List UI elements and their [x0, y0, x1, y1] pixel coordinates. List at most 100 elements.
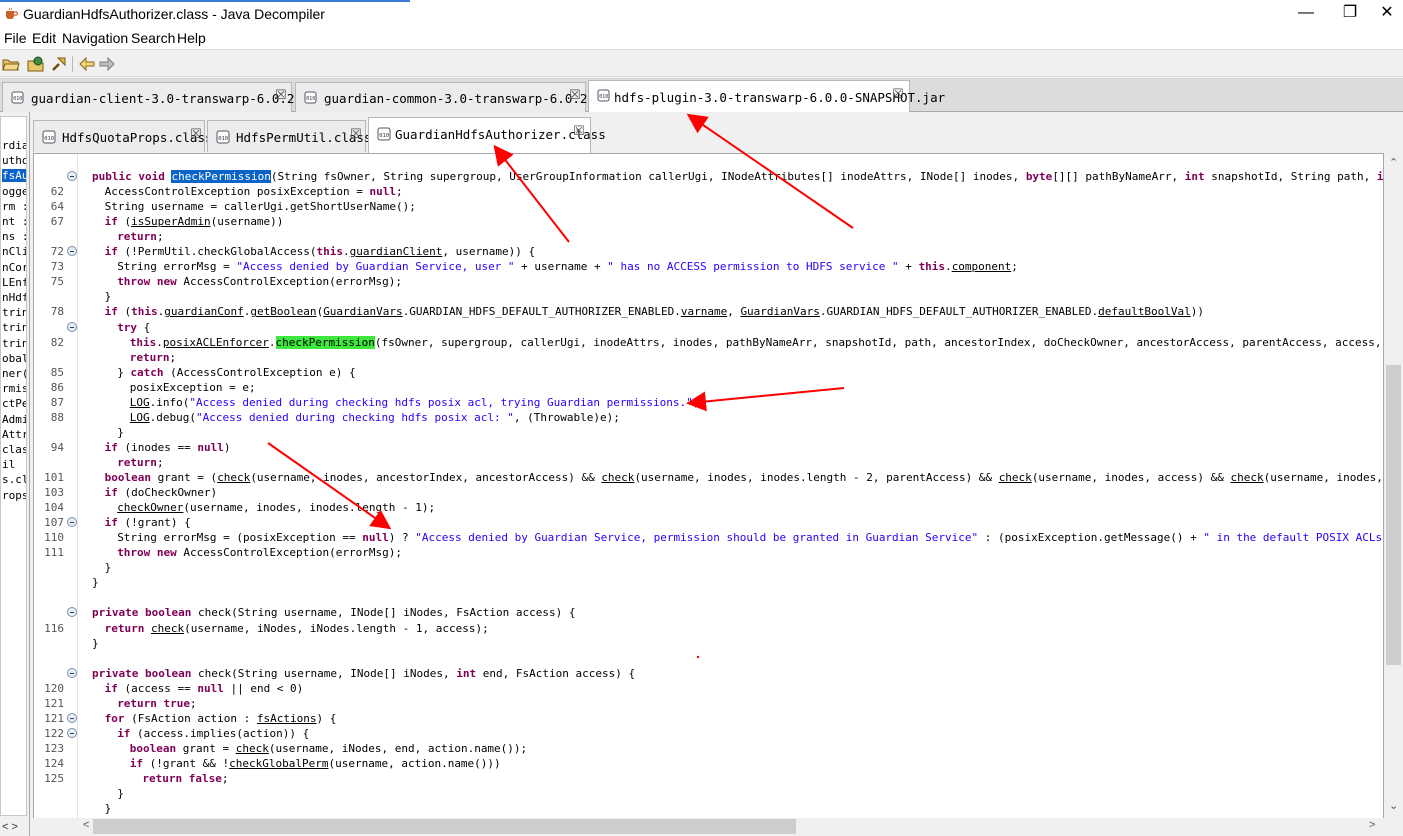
code-token: int [456, 666, 477, 680]
tab-close-icon[interactable]: ☒ [573, 124, 585, 139]
scroll-left-icon[interactable]: < [83, 819, 89, 831]
horizontal-scroll-thumb[interactable] [93, 819, 796, 834]
open-file-icon[interactable] [2, 55, 20, 73]
tab-close-icon[interactable]: ☒ [892, 87, 904, 102]
tree-item[interactable]: s.cl [2, 473, 26, 486]
code-token: guardianConf [164, 305, 244, 319]
code-token: return [129, 350, 170, 364]
tree-item[interactable]: Attr [2, 428, 26, 441]
fold-toggle-icon[interactable] [67, 667, 77, 678]
tree-item[interactable]: rm : [2, 200, 26, 213]
code-token: catch [130, 365, 164, 379]
scroll-up-icon[interactable]: ⌃ [1389, 156, 1398, 169]
tree-item[interactable]: ctPe [2, 397, 26, 410]
tree-item[interactable]: LEnf [2, 276, 26, 289]
code-token: for [104, 711, 125, 725]
maximize-button[interactable]: ❐ [1327, 0, 1373, 28]
tree-item[interactable]: fsAu [2, 169, 26, 183]
code-token: String errorMsg = (posixException == [117, 531, 363, 545]
tree-item[interactable]: il [2, 458, 15, 471]
menu-search[interactable]: Search [131, 30, 175, 46]
code-text: boolean grant = (check(username, inodes,… [105, 470, 1383, 485]
fold-toggle-icon[interactable] [67, 727, 77, 738]
tree-item[interactable]: nt : [2, 215, 26, 228]
code-text: if (!grant) { [105, 515, 191, 530]
line-number: 120 [44, 681, 64, 695]
tree-item[interactable]: rmis [2, 382, 26, 395]
scroll-down-icon[interactable]: ⌄ [1389, 799, 1398, 812]
code-token: AccessControlException(errorMsg); [176, 275, 402, 289]
forward-icon[interactable] [98, 55, 116, 73]
tab-close-icon[interactable]: ☒ [569, 88, 581, 103]
tree-item[interactable]: obal [2, 352, 26, 365]
tree-item[interactable]: trin [2, 306, 26, 319]
tab-close-icon[interactable]: ☒ [275, 88, 287, 103]
tree-item[interactable]: ns : [2, 230, 26, 243]
code-token: ( [117, 305, 132, 319]
vertical-scroll-thumb[interactable] [1386, 365, 1401, 665]
fold-toggle-icon[interactable] [67, 246, 77, 257]
back-icon[interactable] [78, 55, 96, 73]
minimize-button[interactable]: — [1283, 0, 1329, 28]
tab-hdfs-perm-util[interactable]: 010 HdfsPermUtil.class ☒ [207, 120, 371, 152]
scroll-right-icon[interactable]: > [1369, 819, 1375, 831]
code-token: AccessControlException(errorMsg); [176, 546, 402, 560]
tree-item[interactable]: trin [2, 321, 26, 334]
svg-text:010: 010 [599, 94, 608, 100]
source-code-editor[interactable]: public void checkPermission(String fsOwn… [33, 153, 1384, 819]
tab-guardian-hdfs-authorizer[interactable]: 010 GuardianHdfsAuthorizer.class ☒ [368, 117, 606, 153]
menu-help[interactable]: Help [177, 30, 206, 46]
svg-text:010: 010 [44, 136, 54, 142]
code-token: . [343, 245, 350, 259]
vertical-scrollbar[interactable]: ⌃ ⌄ [1384, 153, 1403, 819]
tree-item[interactable]: trin [2, 337, 26, 350]
tree-scroll-arrows[interactable]: < > [2, 821, 18, 833]
line-number: 121 [44, 711, 64, 725]
tree-item[interactable]: rops [2, 489, 26, 502]
code-token: getBoolean [250, 305, 317, 319]
code-token: (doCheckOwner) [117, 486, 218, 500]
tree-item[interactable]: clas [2, 443, 26, 456]
code-line: 107 if (!grant) { [34, 515, 1383, 530]
tree-item[interactable]: ner( [2, 367, 26, 380]
tree-item[interactable]: ogge [2, 185, 26, 198]
code-text: if (inodes == null) [105, 440, 231, 455]
menu-file[interactable]: File [4, 30, 27, 46]
code-token: ) [223, 440, 231, 454]
tree-item[interactable]: nCli [2, 245, 26, 258]
package-tree[interactable]: rdian utho fsAu ogge rm : nt : ns : nCli nCor LEn… [0, 116, 27, 816]
fold-toggle-icon[interactable] [67, 171, 77, 181]
menu-edit[interactable]: Edit [32, 30, 56, 46]
fold-toggle-icon[interactable] [67, 321, 77, 332]
tree-item[interactable]: rdian [2, 139, 26, 152]
code-token: } [117, 365, 131, 379]
tree-item[interactable]: nCor [2, 261, 26, 274]
horizontal-scrollbar[interactable]: < > [33, 818, 1384, 836]
line-number: 72 [50, 245, 64, 259]
code-token: throw new [117, 275, 177, 289]
java-decompiler-window: GuardianHdfsAuthorizer.class - Java Deco… [0, 0, 1403, 836]
tab-close-icon[interactable]: ☒ [190, 127, 202, 142]
menu-navigation[interactable]: Navigation [62, 30, 128, 46]
fold-toggle-icon[interactable] [67, 712, 77, 723]
code-token: if [117, 726, 131, 740]
fold-toggle-icon[interactable] [67, 607, 77, 618]
code-text: } [117, 425, 124, 440]
code-token: guardianClient [349, 245, 443, 259]
tree-item[interactable]: utho [2, 154, 26, 167]
code-token: (FsAction action : [124, 711, 257, 725]
code-token: ; [169, 350, 177, 364]
tab-guardian-common-jar[interactable]: 010 guardian-common-3.0-transwarp-6.0.2.… [295, 82, 618, 112]
code-text: return check(username, iNodes, iNodes.le… [105, 621, 489, 636]
tab-close-icon[interactable]: ☒ [350, 127, 362, 142]
tab-hdfs-quota-props[interactable]: 010 HdfsQuotaProps.class ☒ [33, 120, 213, 152]
tab-hdfs-plugin-jar[interactable]: 010 hdfs-plugin-3.0-transwarp-6.0.0-SNAP… [588, 80, 945, 113]
close-window-button[interactable]: ✕ [1371, 0, 1403, 28]
open-type-icon[interactable] [27, 55, 45, 73]
search-icon[interactable] [50, 55, 68, 73]
tree-item[interactable]: Admi [2, 413, 26, 426]
tab-guardian-client-jar[interactable]: 010 guardian-client-3.0-transwarp-6.0.2.… [2, 82, 325, 112]
tree-item[interactable]: nHdf [2, 291, 26, 304]
fold-toggle-icon[interactable] [67, 517, 77, 528]
